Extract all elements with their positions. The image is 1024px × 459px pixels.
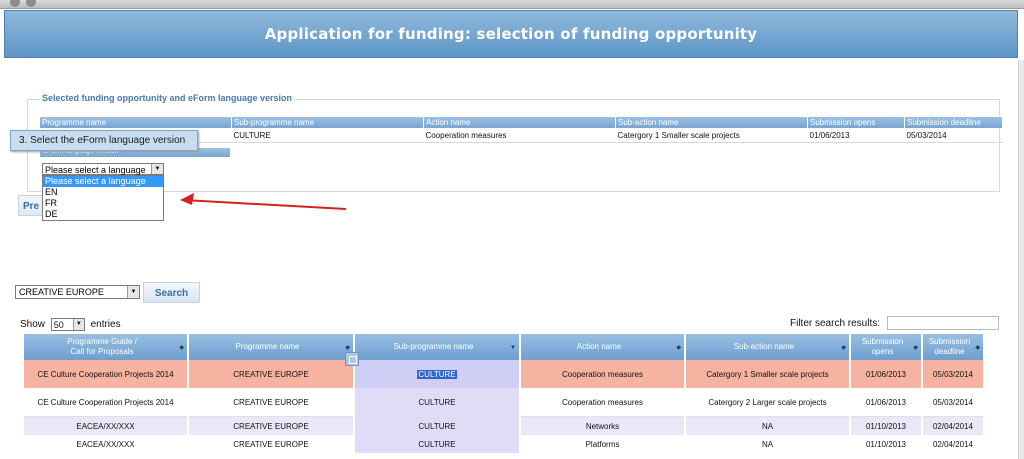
cell-programme: CREATIVE EUROPE: [189, 360, 353, 388]
sort-icon: ◆: [975, 345, 980, 351]
cell-opens: 01/06/2013: [807, 128, 905, 143]
col-submission-opens[interactable]: Submission opens ◆: [851, 334, 921, 360]
cell-programme: CREATIVE EUROPE: [189, 435, 353, 453]
chevron-down-icon[interactable]: ▼: [151, 164, 163, 174]
cell-sub-programme: CULTURE: [355, 360, 519, 388]
step-tooltip: 3. Select the eForm language version: [10, 130, 198, 151]
red-arrow-annotation: [180, 193, 347, 210]
language-dropdown-list: Please select a language EN FR DE: [42, 175, 164, 221]
programme-select[interactable]: CREATIVE EUROPE ▼: [15, 285, 140, 299]
col-submission-opens: Submission opens: [807, 117, 905, 128]
selected-text: CULTURE: [417, 369, 457, 379]
entries-select[interactable]: 50 ▼: [50, 318, 85, 331]
cell-call: EACEA/XX/XXX: [24, 417, 187, 435]
panel-legend: Selected funding opportunity and eForm l…: [40, 93, 295, 103]
cell-action: Cooperation measures: [521, 360, 684, 388]
entries-label: entries: [90, 319, 121, 331]
col-programme-name: Programme name: [40, 117, 232, 128]
col-sub-action-name[interactable]: Sub-action name ◆: [686, 334, 849, 360]
cell-sub-action: Catergory 1 Smaller scale projects: [686, 360, 849, 388]
results-table: Programme Guide / Call for Proposals ◆ Pro…: [22, 334, 985, 453]
cell-opens: 01/10/2013: [851, 417, 921, 435]
cell-sub-programme: CULTURE: [355, 435, 519, 453]
page-title: Application for funding: selection of fu…: [264, 25, 758, 43]
col-sub-action-name: Sub-action name: [615, 117, 808, 128]
entries-select-value: 50: [53, 320, 64, 330]
column-pin-icon[interactable]: [345, 352, 359, 366]
cell-deadline: 05/03/2014: [923, 388, 983, 417]
language-option[interactable]: Please select a language: [43, 176, 163, 187]
language-select-value: Please select a language: [45, 165, 146, 175]
col-action-name[interactable]: Action name ◆: [521, 334, 684, 360]
table-row[interactable]: EACEA/XX/XXX CREATIVE EUROPE CULTURE Pla…: [24, 435, 983, 453]
cell-action: Cooperation measures: [423, 128, 616, 143]
cell-deadline: 05/03/2014: [923, 360, 983, 388]
sort-icon: ◆: [913, 345, 918, 351]
sort-icon: ◆: [676, 345, 681, 351]
window-button-icon[interactable]: [26, 0, 36, 7]
programme-select-value: CREATIVE EUROPE: [19, 287, 104, 297]
language-option[interactable]: FR: [43, 198, 163, 209]
search-button[interactable]: Search: [143, 282, 200, 303]
chevron-down-icon[interactable]: ▼: [72, 319, 84, 330]
col-submission-deadline[interactable]: Submission deadline ◆: [923, 334, 983, 360]
sort-icon: ◆: [841, 345, 846, 351]
col-sub-programme-name: Sub-programme name: [231, 117, 424, 128]
cell-opens: 01/10/2013: [851, 435, 921, 453]
sort-desc-icon: ▼: [510, 345, 516, 351]
previous-button[interactable]: Pre: [18, 195, 42, 216]
col-call-for-proposals[interactable]: Programme Guide / Call for Proposals ◆: [24, 334, 187, 360]
table-row[interactable]: EACEA/XX/XXX CREATIVE EUROPE CULTURE Net…: [24, 417, 983, 435]
page-scrollbar[interactable]: [1018, 60, 1024, 459]
show-entries: Show 50 ▼ entries: [20, 318, 121, 331]
cell-opens: 01/06/2013: [851, 360, 921, 388]
window-button-icon[interactable]: [10, 0, 20, 7]
cell-sub-programme: CULTURE: [355, 417, 519, 435]
cell-action: Networks: [521, 417, 684, 435]
cell-call: CE Culture Cooperation Projects 2014: [24, 388, 187, 417]
cell-sub-action: NA: [686, 435, 849, 453]
cell-call: EACEA/XX/XXX: [24, 435, 187, 453]
cell-opens: 01/06/2013: [851, 388, 921, 417]
cell-sub-programme: CULTURE: [355, 388, 519, 417]
table-row[interactable]: CE Culture Cooperation Projects 2014 CRE…: [24, 388, 983, 417]
sort-icon: ◆: [179, 345, 184, 351]
col-action-name: Action name: [423, 117, 616, 128]
cell-programme: CREATIVE EUROPE: [189, 417, 353, 435]
cell-deadline: 05/03/2014: [904, 128, 1003, 143]
cell-deadline: 02/04/2014: [923, 435, 983, 453]
col-submission-deadline: Submission deadline: [904, 117, 1003, 128]
language-option[interactable]: DE: [43, 209, 163, 220]
language-option[interactable]: EN: [43, 187, 163, 198]
browser-chrome-strip: [0, 0, 1024, 9]
cell-deadline: 02/04/2014: [923, 417, 983, 435]
cell-programme: CREATIVE EUROPE: [189, 388, 353, 417]
show-label: Show: [20, 319, 46, 331]
page-header: Application for funding: selection of fu…: [4, 10, 1018, 58]
chevron-down-icon[interactable]: ▼: [127, 286, 139, 298]
filter-label: Filter search results:: [790, 318, 881, 329]
cell-sub-programme: CULTURE: [231, 128, 424, 143]
cell-sub-action: NA: [686, 417, 849, 435]
cell-call: CE Culture Cooperation Projects 2014: [24, 360, 187, 388]
col-sub-programme-name[interactable]: Sub-programme name ▼: [355, 334, 519, 360]
cell-action: Platforms: [521, 435, 684, 453]
language-select[interactable]: Please select a language ▼: [42, 163, 164, 175]
cell-action: Cooperation measures: [521, 388, 684, 417]
cell-sub-action: Catergory 1 Smaller scale projects: [615, 128, 808, 143]
table-row[interactable]: CE Culture Cooperation Projects 2014 CRE…: [24, 360, 983, 388]
cell-sub-action: Catergory 2 Larger scale projects: [686, 388, 849, 417]
col-programme-name[interactable]: Programme name ◆: [189, 334, 353, 360]
filter-search-input[interactable]: [887, 316, 999, 330]
